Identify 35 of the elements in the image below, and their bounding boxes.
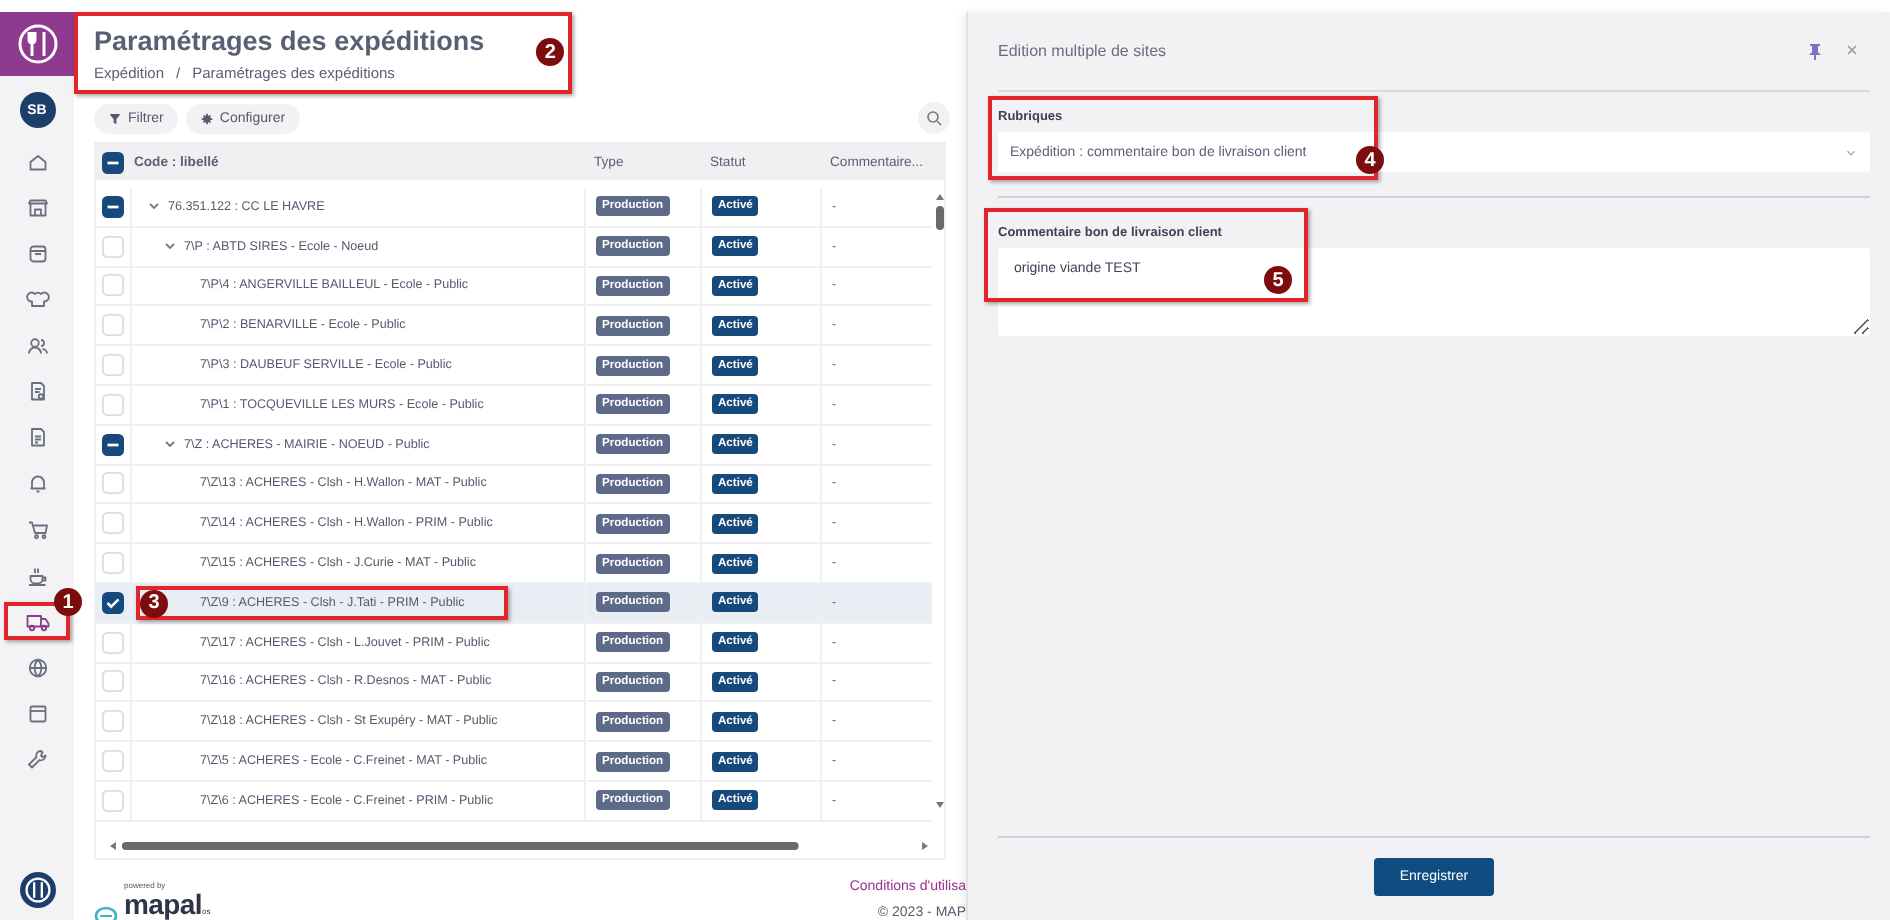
chevron-down-icon[interactable] bbox=[162, 238, 178, 255]
panel-title: Edition multiple de sites bbox=[998, 42, 1167, 60]
cart-icon bbox=[25, 517, 49, 541]
document-icon bbox=[25, 425, 49, 449]
home-icon bbox=[25, 149, 49, 173]
users-icon bbox=[25, 333, 49, 357]
checkbox[interactable] bbox=[102, 151, 124, 173]
checkbox[interactable] bbox=[102, 591, 124, 614]
chevron-down-icon bbox=[1844, 145, 1858, 159]
app-logo[interactable] bbox=[0, 12, 74, 76]
chevron-down-icon[interactable] bbox=[162, 436, 178, 453]
document-icon bbox=[25, 379, 49, 403]
callout-badge: 3 bbox=[140, 589, 168, 618]
chevron-down-icon[interactable] bbox=[146, 198, 162, 215]
calendar-icon bbox=[25, 701, 49, 725]
close-button[interactable] bbox=[1846, 42, 1858, 60]
pin-icon[interactable] bbox=[1808, 43, 1822, 59]
bell-icon bbox=[25, 471, 49, 495]
callout-badge: 1 bbox=[54, 588, 82, 616]
cup-icon bbox=[25, 563, 49, 587]
app-logo[interactable] bbox=[19, 872, 55, 908]
box-icon bbox=[25, 241, 49, 265]
search-icon bbox=[926, 110, 942, 126]
checkbox[interactable] bbox=[102, 433, 124, 456]
truck-icon bbox=[25, 609, 49, 633]
globe-icon bbox=[25, 655, 49, 679]
gear-icon bbox=[199, 111, 214, 125]
callout-badge: 2 bbox=[536, 38, 565, 66]
page-title: Paramétrages des expéditions bbox=[94, 26, 485, 56]
wrench-icon bbox=[25, 747, 49, 771]
checkbox[interactable] bbox=[102, 195, 124, 218]
store-icon bbox=[25, 195, 49, 219]
filter-icon bbox=[108, 111, 122, 125]
chef-hat-icon bbox=[25, 287, 49, 311]
search-button[interactable] bbox=[918, 102, 950, 134]
